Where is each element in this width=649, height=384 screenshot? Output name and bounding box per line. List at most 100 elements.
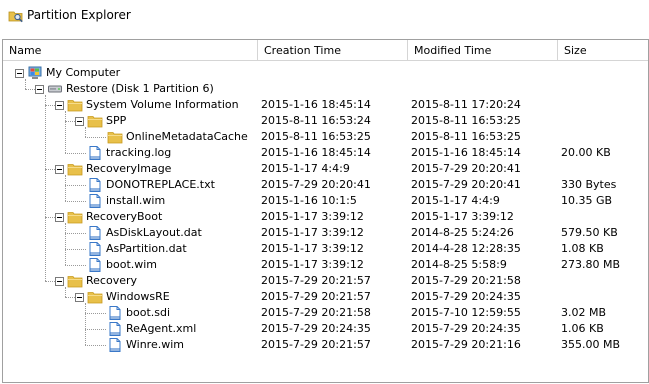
tree-row[interactable]: System Volume Information 2015-1-16 18:45… [3, 97, 648, 113]
creation-time-cell: 2015-1-17 3:39:12 [261, 226, 364, 239]
folder-icon [87, 116, 103, 128]
collapse-toggle-icon[interactable] [15, 69, 24, 78]
creation-time-cell: 2015-7-29 20:24:35 [261, 322, 371, 335]
column-header-name[interactable]: Name [3, 40, 258, 61]
item-name: SPP [106, 114, 127, 127]
tree-row[interactable]: My Computer [3, 65, 648, 81]
size-cell: 273.80 MB [561, 258, 621, 271]
modified-time-cell: 2015-7-29 20:21:16 [411, 338, 521, 351]
collapse-toggle-icon[interactable] [55, 213, 64, 222]
modified-time-cell: 2014-4-28 12:28:35 [411, 242, 521, 255]
modified-time-cell: 2015-8-11 17:20:24 [411, 98, 521, 111]
modified-time-cell: 2015-7-29 20:24:35 [411, 322, 521, 335]
file-icon [89, 226, 101, 240]
tree-row[interactable]: WindowsRE 2015-7-29 20:21:57 2015-7-29 20:… [3, 289, 648, 305]
creation-time-cell: 2015-7-29 20:21:57 [261, 338, 371, 351]
file-icon [89, 194, 101, 208]
tree-row[interactable]: boot.wim 2015-1-17 3:39:12 2014-8-25 5:58:… [3, 257, 648, 273]
size-cell: 20.00 KB [561, 146, 611, 159]
file-icon [89, 178, 101, 192]
column-header-row: Name Creation Time Modified Time Size [3, 39, 648, 61]
creation-time-cell: 2015-1-16 10:1:5 [261, 194, 357, 207]
creation-time-cell: 2015-7-29 20:21:58 [261, 306, 371, 319]
minus-icon [57, 281, 62, 282]
modified-time-cell: 2015-7-29 20:21:58 [411, 274, 521, 287]
creation-time-cell: 2015-1-16 18:45:14 [261, 98, 371, 111]
title-bar: Partition Explorer [0, 0, 649, 34]
item-name: tracking.log [106, 146, 172, 159]
collapse-toggle-icon[interactable] [75, 293, 84, 302]
item-name: boot.wim [106, 258, 158, 271]
minus-icon [57, 169, 62, 170]
modified-time-cell: 2015-7-29 20:24:35 [411, 290, 521, 303]
folder-icon [67, 212, 83, 224]
tree-row[interactable]: AsPartition.dat 2015-1-17 3:39:12 2014-4-2… [3, 241, 648, 257]
partition-tree-grid: Name Creation Time Modified Time Size My… [2, 39, 649, 383]
folder-icon [107, 132, 123, 144]
tree-row[interactable]: install.wim 2015-1-16 10:1:5 2015-1-17 4:4… [3, 193, 648, 209]
item-name: install.wim [106, 194, 166, 207]
size-cell: 10.35 GB [561, 194, 613, 207]
modified-time-cell: 2015-8-11 16:53:25 [411, 130, 521, 143]
tree-row[interactable]: AsDiskLayout.dat 2015-1-17 3:39:12 2014-8-… [3, 225, 648, 241]
minus-icon [37, 89, 42, 90]
file-icon [109, 338, 121, 352]
collapse-toggle-icon[interactable] [55, 101, 64, 110]
collapse-toggle-icon[interactable] [55, 165, 64, 174]
computer-icon [28, 66, 42, 79]
column-header-modified-time[interactable]: Modified Time [408, 40, 558, 61]
column-header-size[interactable]: Size [558, 40, 648, 61]
tree-row[interactable]: boot.sdi 2015-7-29 20:21:58 2015-7-10 12:5… [3, 305, 648, 321]
modified-time-cell: 2014-8-25 5:24:26 [411, 226, 514, 239]
tree-row[interactable]: tracking.log 2015-1-16 18:45:14 2015-1-16 … [3, 145, 648, 161]
creation-time-cell: 2015-7-29 20:21:57 [261, 290, 371, 303]
size-cell: 579.50 KB [561, 226, 618, 239]
tree-row[interactable]: DONOTREPLACE.txt 2015-7-29 20:20:41 2015-7… [3, 177, 648, 193]
item-name: AsDiskLayout.dat [106, 226, 202, 239]
tree-row[interactable]: OnlineMetadataCache 2015-8-11 16:53:25 201… [3, 129, 648, 145]
tree-row[interactable]: ReAgent.xml 2015-7-29 20:24:35 2015-7-29 2… [3, 321, 648, 337]
creation-time-cell: 2015-7-29 20:20:41 [261, 178, 371, 191]
tree-row[interactable]: Recovery 2015-7-29 20:21:57 2015-7-29 20:2… [3, 273, 648, 289]
modified-time-cell: 2015-1-17 4:4:9 [411, 194, 500, 207]
window-title: Partition Explorer [27, 8, 131, 22]
drive-icon [48, 85, 62, 93]
collapse-toggle-icon[interactable] [35, 85, 44, 94]
minus-icon [77, 297, 82, 298]
creation-time-cell: 2015-7-29 20:21:57 [261, 274, 371, 287]
size-cell: 1.08 KB [561, 242, 604, 255]
size-cell: 1.06 KB [561, 322, 604, 335]
collapse-toggle-icon[interactable] [75, 117, 84, 126]
file-icon [89, 258, 101, 272]
column-header-creation-time[interactable]: Creation Time [258, 40, 408, 61]
creation-time-cell: 2015-8-11 16:53:24 [261, 114, 371, 127]
minus-icon [57, 217, 62, 218]
minus-icon [57, 105, 62, 106]
item-name: Recovery [86, 274, 138, 287]
folder-icon [87, 292, 103, 304]
modified-time-cell: 2015-7-29 20:20:41 [411, 178, 521, 191]
file-icon [89, 146, 101, 160]
tree-row[interactable]: RecoveryBoot 2015-1-17 3:39:12 2015-1-17 3… [3, 209, 648, 225]
tree-row[interactable]: Restore (Disk 1 Partition 6) [3, 81, 648, 97]
collapse-toggle-icon[interactable] [55, 277, 64, 286]
creation-time-cell: 2015-1-17 3:39:12 [261, 210, 364, 223]
folder-icon [67, 276, 83, 288]
size-cell: 3.02 MB [561, 306, 607, 319]
size-cell: 355.00 MB [561, 338, 621, 351]
tree-row[interactable]: Winre.wim 2015-7-29 20:21:57 2015-7-29 20:… [3, 337, 648, 353]
file-icon [109, 306, 121, 320]
item-name: System Volume Information [86, 98, 239, 111]
creation-time-cell: 2015-1-17 4:4:9 [261, 162, 350, 175]
item-name: DONOTREPLACE.txt [106, 178, 215, 191]
tree-row[interactable]: SPP 2015-8-11 16:53:24 2015-8-11 16:53:25 [3, 113, 648, 129]
size-cell: 330 Bytes [561, 178, 617, 191]
item-name: Restore (Disk 1 Partition 6) [66, 82, 214, 95]
file-icon [89, 242, 101, 256]
item-name: AsPartition.dat [106, 242, 187, 255]
creation-time-cell: 2015-1-17 3:39:12 [261, 242, 364, 255]
minus-icon [17, 73, 22, 74]
item-name: RecoveryImage [86, 162, 172, 175]
tree-row[interactable]: RecoveryImage 2015-1-17 4:4:9 2015-7-29 20… [3, 161, 648, 177]
search-folder-icon [8, 11, 23, 23]
